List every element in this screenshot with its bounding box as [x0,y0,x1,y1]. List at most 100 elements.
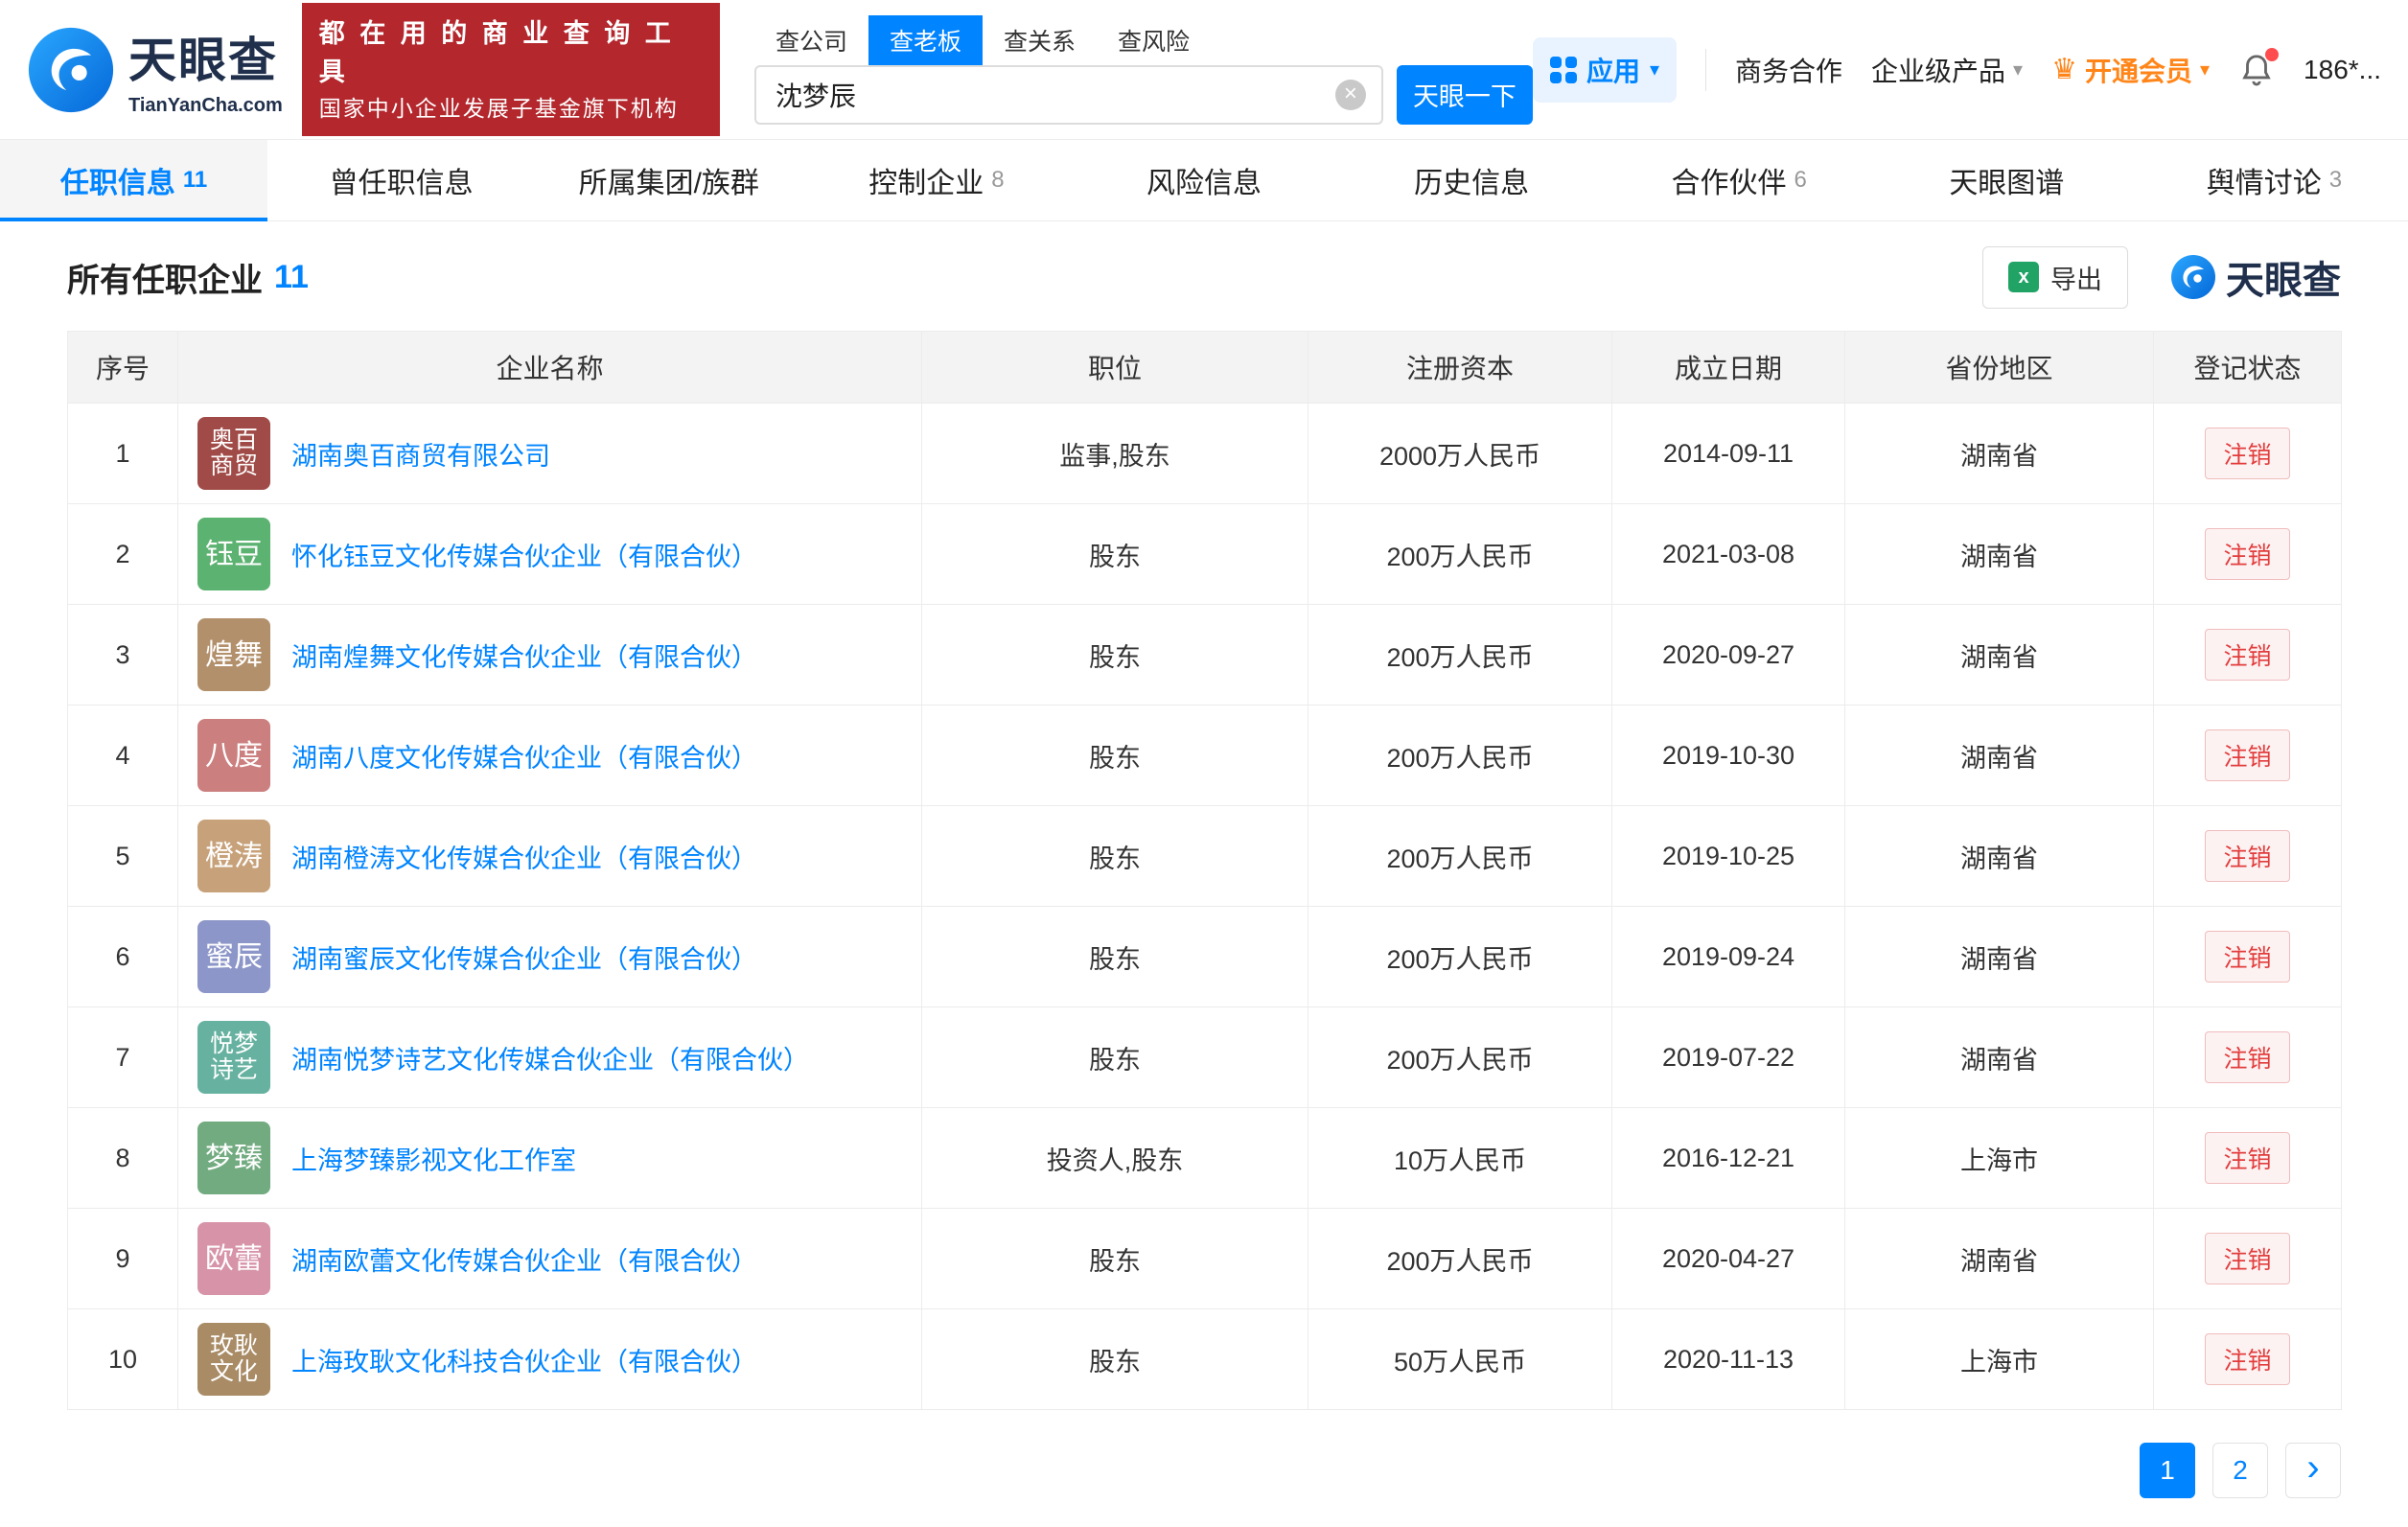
date-cell: 2019-07-22 [1611,1006,1845,1108]
tab-count: 11 [182,167,208,193]
company-link[interactable]: 湖南欧蕾文化传媒合伙企业（有限合伙） [291,1240,757,1278]
search-button[interactable]: 天眼一下 [1396,64,1533,125]
export-button[interactable]: x 导出 [1982,245,2128,309]
notification-bell-icon[interactable] [2238,47,2280,88]
next-page-button[interactable]: › [2285,1443,2341,1498]
table-row: 3 煌舞 湖南煌舞文化传媒合伙企业（有限合伙） 股东 200万人民币 2020-… [67,604,2342,706]
tab[interactable]: 历史信息 [1338,140,1606,220]
page-button-1[interactable]: 1 [2140,1443,2195,1498]
company-cell: 钰豆 怀化钰豆文化传媒合伙企业（有限合伙） [177,503,922,605]
company-logo[interactable]: 钰豆 [197,518,270,590]
date-cell: 2019-10-25 [1611,805,1845,907]
tab[interactable]: 所属集团/族群 [535,140,802,220]
date-cell: 2019-10-30 [1611,705,1845,806]
status-cell: 注销 [2153,1006,2342,1108]
tab-label: 舆情讨论 [2206,168,2322,199]
company-link[interactable]: 湖南煌舞文化传媒合伙企业（有限合伙） [291,636,757,674]
pagination: 1 2 › [67,1443,2341,1498]
company-logo[interactable]: 悦梦 诗艺 [197,1021,270,1094]
slogan-line1: 都 在 用 的 商 业 查 询 工 具 [318,18,675,87]
tab[interactable]: 风险信息 [1070,140,1337,220]
row-index: 5 [67,805,178,907]
page-title: 所有任职企业 [67,262,263,299]
tab-label: 天眼图谱 [1949,168,2065,199]
status-badge: 注销 [2205,830,2290,882]
search-input[interactable] [753,64,1383,125]
user-phone[interactable]: 186*... [2304,55,2381,85]
region-cell: 湖南省 [1844,1208,2154,1309]
company-logo[interactable]: 玫耿 文化 [197,1323,270,1396]
company-logo[interactable]: 梦臻 [197,1122,270,1194]
region-cell: 湖南省 [1844,503,2154,605]
company-logo[interactable]: 蜜辰 [197,920,270,993]
company-logo[interactable]: 欧蕾 [197,1222,270,1295]
notification-dot [2265,47,2280,61]
table-row: 5 橙涛 湖南橙涛文化传媒合伙企业（有限合伙） 股东 200万人民币 2019-… [67,805,2342,907]
status-badge: 注销 [2205,528,2290,580]
position-cell: 股东 [921,503,1308,605]
region-cell: 上海市 [1844,1308,2154,1410]
status-cell: 注销 [2153,604,2342,706]
date-cell: 2021-03-08 [1611,503,1845,605]
tab-count: 8 [991,167,1005,193]
region-cell: 湖南省 [1844,906,2154,1007]
col-founded-date: 成立日期 [1611,331,1845,404]
date-cell: 2020-11-13 [1611,1308,1845,1410]
company-link[interactable]: 湖南奥百商贸有限公司 [291,435,550,473]
company-link[interactable]: 湖南八度文化传媒合伙企业（有限合伙） [291,737,757,775]
company-cell: 悦梦 诗艺 湖南悦梦诗艺文化传媒合伙企业（有限合伙） [177,1006,922,1108]
company-logo[interactable]: 橙涛 [197,820,270,892]
brand-logo[interactable]: 天眼查 TianYanCha.com [27,22,283,117]
company-link[interactable]: 怀化钰豆文化传媒合伙企业（有限合伙） [291,536,757,573]
search-tab[interactable]: 查公司 [754,15,868,65]
tab[interactable]: 控制企业 8 [802,140,1070,220]
brand-logo-text: 天眼查 TianYanCha.com [128,22,283,117]
company-logo[interactable]: 八度 [197,719,270,792]
status-badge: 注销 [2205,729,2290,781]
company-link[interactable]: 湖南悦梦诗艺文化传媒合伙企业（有限合伙） [291,1039,809,1076]
search-tab[interactable]: 查风险 [1097,15,1211,65]
search-tab[interactable]: 查老板 [868,14,983,65]
status-cell: 注销 [2153,1208,2342,1309]
company-link[interactable]: 湖南蜜辰文化传媒合伙企业（有限合伙） [291,938,757,976]
region-cell: 上海市 [1844,1107,2154,1209]
tab[interactable]: 合作伙伴 6 [1606,140,1873,220]
company-logo[interactable]: 奥百 商贸 [197,417,270,490]
table-row: 8 梦臻 上海梦臻影视文化工作室 投资人,股东 10万人民币 2016-12-2… [67,1107,2342,1209]
tab[interactable]: 曾任职信息 [267,140,535,220]
main-content: 所有任职企业 11 x 导出 天眼查 序号 企业名称 职位 注册资本 成立日期 … [0,221,2408,1498]
company-link[interactable]: 上海玫耿文化科技合伙企业（有限合伙） [291,1341,757,1378]
apps-button[interactable]: 应用 ▾ [1532,36,1677,103]
search-tab-label: 查老板 [889,28,961,56]
company-link[interactable]: 上海梦臻影视文化工作室 [291,1140,576,1177]
row-index: 10 [67,1308,178,1410]
row-index: 8 [67,1107,178,1209]
clear-search-icon[interactable]: × [1334,79,1366,110]
nav-business-cooperation[interactable]: 商务合作 [1735,51,1842,89]
col-index: 序号 [67,331,178,404]
status-badge: 注销 [2205,1233,2290,1284]
position-cell: 股东 [921,1006,1308,1108]
status-cell: 注销 [2153,403,2342,504]
tab-label: 曾任职信息 [329,168,474,199]
status-cell: 注销 [2153,805,2342,907]
date-cell: 2020-09-27 [1611,604,1845,706]
search-tab-label: 查关系 [1003,28,1076,56]
page-button-2[interactable]: 2 [2212,1443,2268,1498]
nav-enterprise-products[interactable]: 企业级产品 ▾ [1871,51,2023,89]
watermark-text: 天眼查 [2226,260,2341,302]
company-logo[interactable]: 煌舞 [197,618,270,691]
top-nav: 应用 ▾ 商务合作 企业级产品 ▾ ♛ 开通会员 ▾ 186*... [1532,36,2381,103]
tab[interactable]: 任职信息 11 [0,140,268,221]
header: 天眼查 TianYanCha.com 都 在 用 的 商 业 查 询 工 具 国… [0,0,2408,139]
col-position: 职位 [921,331,1308,404]
table-row: 9 欧蕾 湖南欧蕾文化传媒合伙企业（有限合伙） 股东 200万人民币 2020-… [67,1208,2342,1309]
tab[interactable]: 舆情讨论 3 [2141,140,2408,220]
search-tab[interactable]: 查关系 [983,15,1097,65]
nav-open-vip[interactable]: ♛ 开通会员 ▾ [2051,51,2210,89]
region-cell: 湖南省 [1844,805,2154,907]
company-link[interactable]: 湖南橙涛文化传媒合伙企业（有限合伙） [291,838,757,875]
tab-count: 3 [2328,167,2343,193]
tab[interactable]: 天眼图谱 [1873,140,2141,220]
company-cell: 八度 湖南八度文化传媒合伙企业（有限合伙） [177,705,922,806]
